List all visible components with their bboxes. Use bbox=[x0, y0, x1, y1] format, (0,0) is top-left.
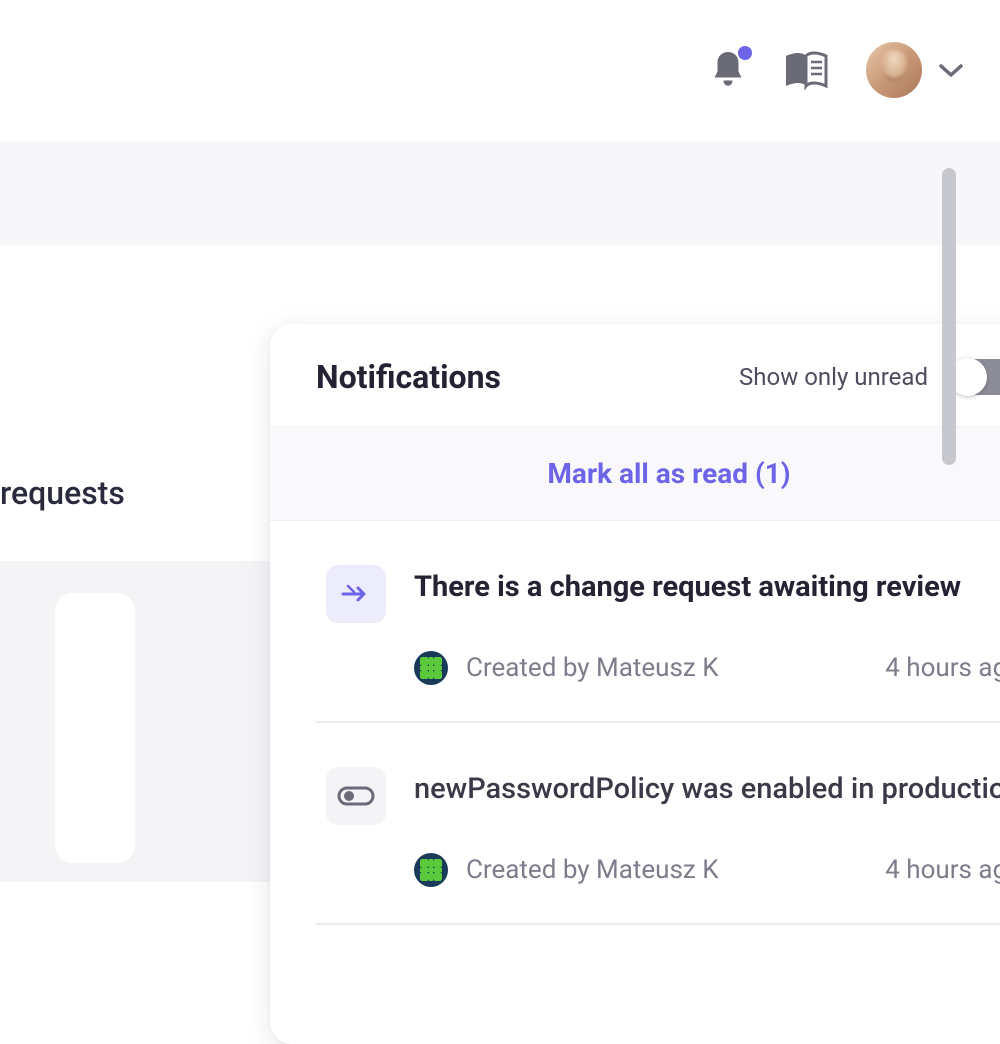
show-unread-toggle[interactable] bbox=[950, 359, 1000, 395]
notification-title: newPasswordPolicy was enabled in product… bbox=[414, 767, 1000, 810]
docs-icon[interactable] bbox=[782, 50, 830, 90]
user-avatar bbox=[866, 42, 922, 98]
time-ago-label: 4 hours ago bbox=[885, 653, 1000, 683]
mark-all-read-button[interactable]: Mark all as read (1) bbox=[270, 426, 1000, 521]
user-menu[interactable] bbox=[866, 42, 964, 98]
toggle-icon bbox=[326, 767, 386, 825]
panel-header: Notifications Show only unread bbox=[270, 324, 1000, 426]
creator-avatar bbox=[414, 651, 448, 685]
unread-filter-group: Show only unread bbox=[739, 359, 1000, 395]
top-header bbox=[0, 0, 1000, 141]
show-unread-label: Show only unread bbox=[739, 363, 928, 391]
notification-item[interactable]: There is a change request awaiting revie… bbox=[316, 521, 1000, 723]
created-by-label: Created by Mateusz K bbox=[466, 653, 719, 683]
notification-badge-dot bbox=[738, 46, 752, 60]
time-ago-label: 4 hours ago bbox=[885, 855, 1000, 885]
notifications-bell[interactable] bbox=[710, 48, 746, 92]
chevron-down-icon bbox=[938, 62, 964, 78]
created-by-label: Created by Mateusz K bbox=[466, 855, 719, 885]
change-request-icon bbox=[326, 565, 386, 623]
panel-scrollbar[interactable] bbox=[942, 168, 956, 465]
notification-item[interactable]: newPasswordPolicy was enabled in product… bbox=[316, 723, 1000, 925]
notifications-panel: Notifications Show only unread Mark all … bbox=[270, 324, 1000, 1044]
notification-list: There is a change request awaiting revie… bbox=[270, 521, 1000, 925]
background-partial-text-left: requests bbox=[0, 474, 125, 512]
panel-title: Notifications bbox=[316, 358, 501, 396]
mark-all-read-label: Mark all as read (1) bbox=[547, 457, 790, 490]
background-card bbox=[55, 593, 135, 863]
notification-title: There is a change request awaiting revie… bbox=[414, 565, 961, 608]
